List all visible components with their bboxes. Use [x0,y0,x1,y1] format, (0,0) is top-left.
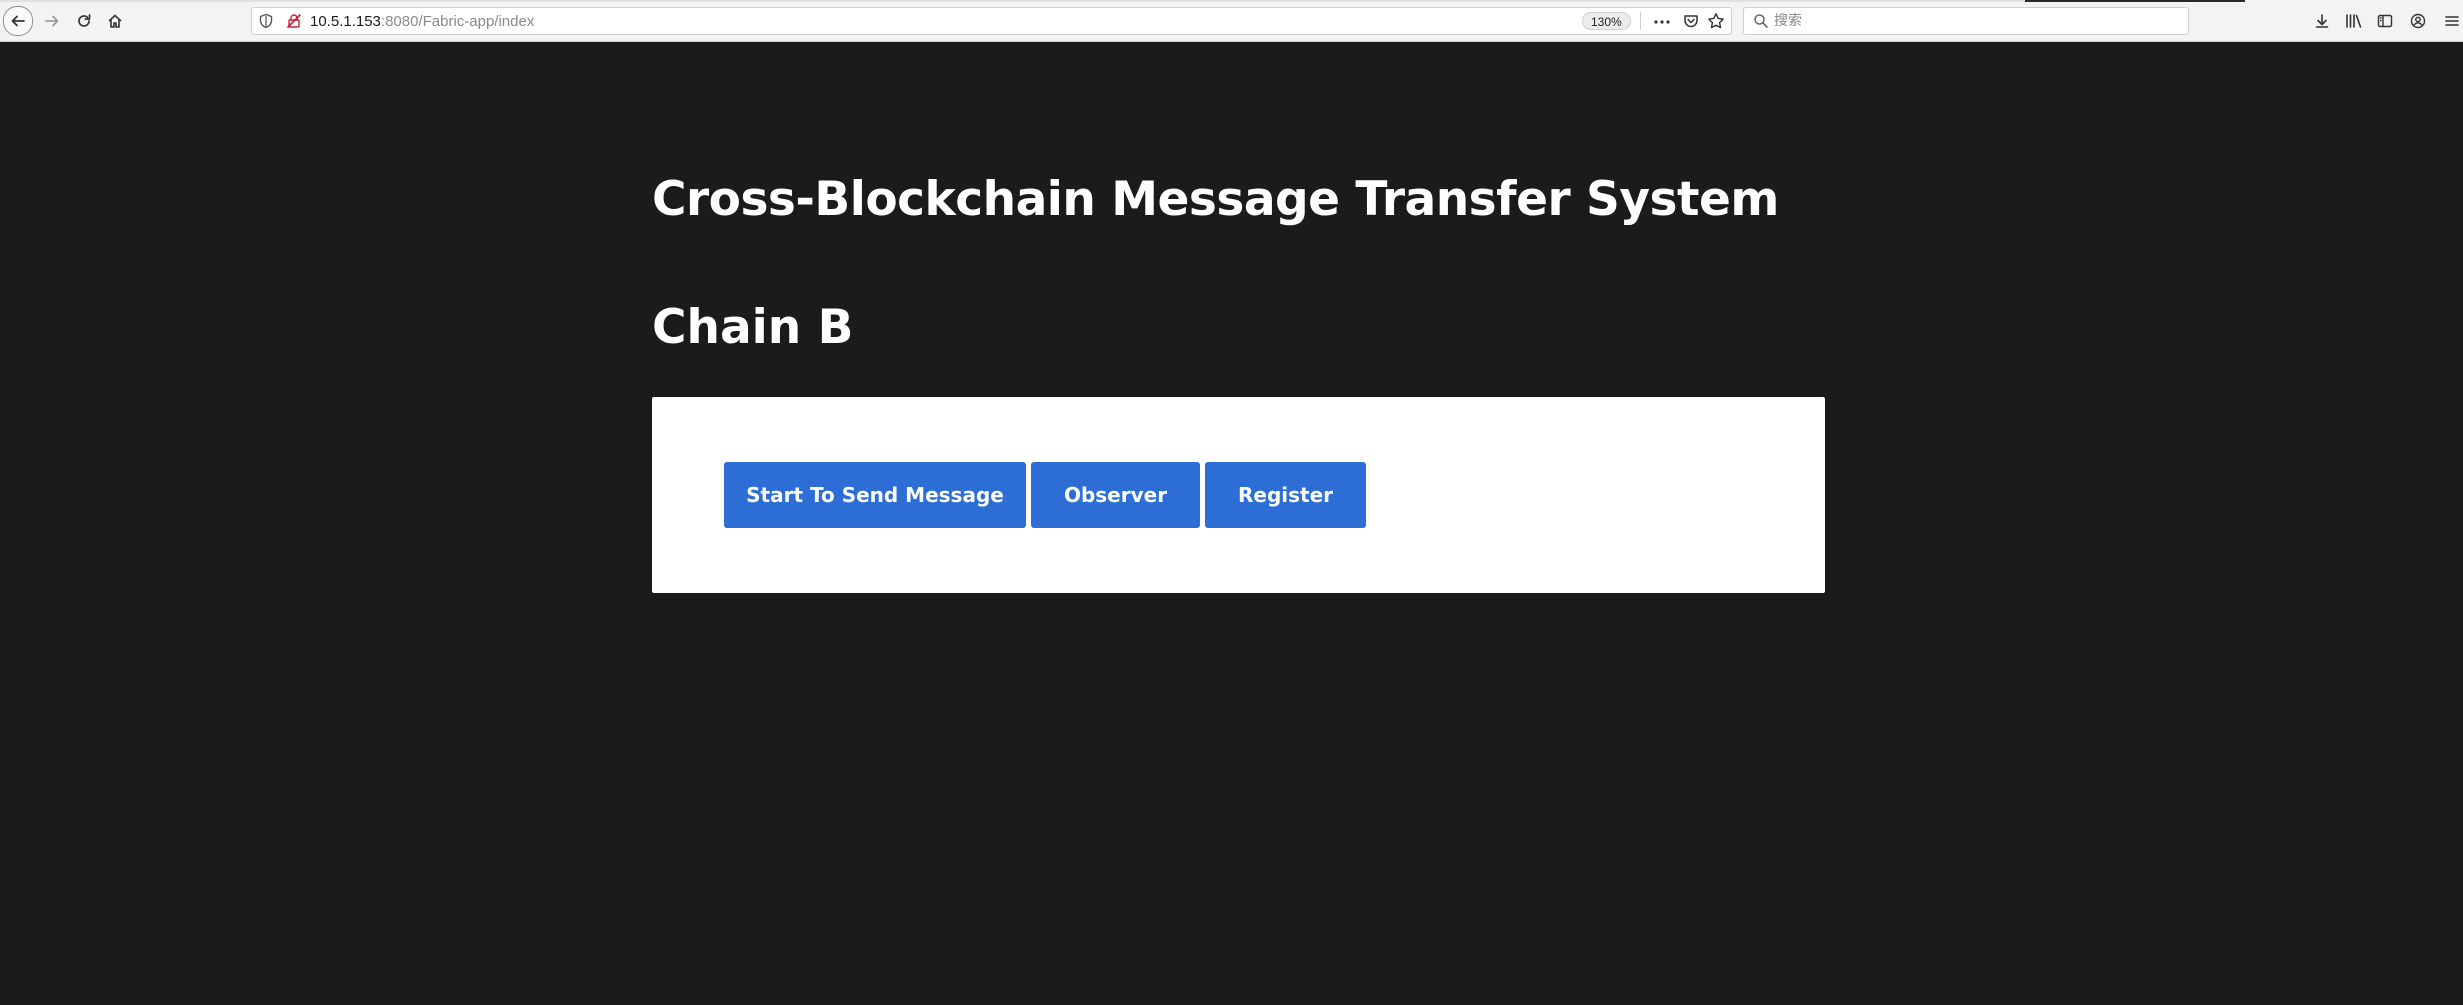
insecure-connection-icon[interactable] [286,13,302,33]
home-button[interactable] [101,7,129,35]
url-actions-divider [1640,12,1641,30]
start-send-message-button[interactable]: Start To Send Message [724,462,1026,528]
account-avatar-icon [2410,13,2426,29]
actions-panel: Start To Send Message Observer Register [652,397,1825,593]
sidebar-toggle-button[interactable] [2371,7,2399,35]
library-books-icon [2345,13,2363,29]
hamburger-menu-icon [2444,13,2460,29]
address-bar[interactable]: 10.5.1.153:8080/Fabric-app/index 130% [251,7,1732,35]
url-host: 10.5.1.153 [310,13,381,30]
search-bar[interactable] [1743,7,2189,35]
account-button[interactable] [2404,7,2432,35]
active-tab-indicator [2025,0,2245,2]
library-button[interactable] [2340,7,2368,35]
reload-icon [76,13,92,29]
reload-button[interactable] [70,7,98,35]
app-menu-button[interactable] [2438,7,2463,35]
url-path: :8080/Fabric-app/index [380,13,535,30]
observer-button[interactable]: Observer [1031,462,1200,528]
page-title: Cross-Blockchain Message Transfer System [652,172,1779,227]
url-text[interactable]: 10.5.1.153:8080/Fabric-app/index [310,13,534,31]
tab-strip-edge [0,0,2025,2]
search-input[interactable] [1774,10,2174,32]
page-content: Cross-Blockchain Message Transfer System… [0,42,2463,1005]
bookmark-star-icon[interactable] [1707,12,1725,34]
arrow-right-icon [44,13,60,29]
search-icon [1753,13,1769,33]
page-actions-ellipsis-icon[interactable] [1652,12,1672,36]
register-button[interactable]: Register [1205,462,1366,528]
zoom-level-badge[interactable]: 130% [1582,12,1631,30]
download-arrow-icon [2314,13,2330,29]
forward-button[interactable] [38,7,66,35]
home-icon [107,13,123,29]
tracking-shield-icon[interactable] [258,13,274,33]
back-button[interactable] [3,6,33,36]
browser-toolbar: 10.5.1.153:8080/Fabric-app/index 130% [0,0,2463,42]
chain-subtitle: Chain B [652,300,854,355]
downloads-button[interactable] [2308,7,2336,35]
arrow-left-icon [10,13,26,29]
pocket-icon[interactable] [1683,13,1699,33]
sidebar-icon [2377,13,2393,29]
